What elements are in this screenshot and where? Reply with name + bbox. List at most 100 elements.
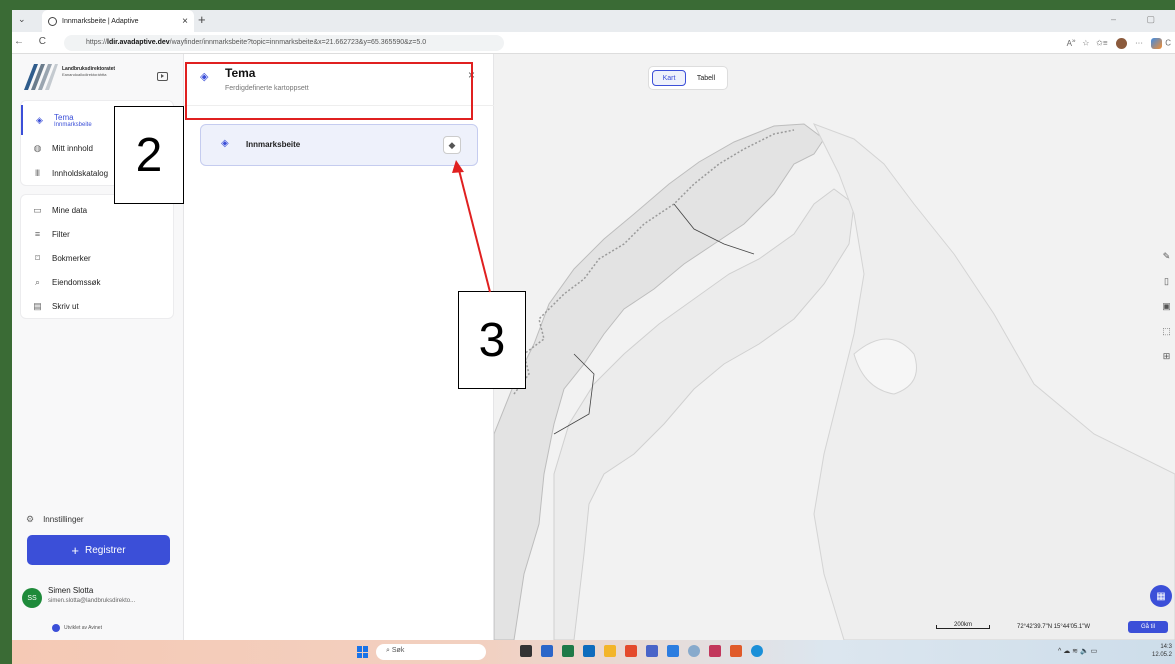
landbruksdirektoratet-logo: Landbruksdirektoratet Eanandoallodirekto…	[24, 64, 134, 90]
globe-icon	[48, 16, 57, 26]
annotation-highlight-box	[185, 62, 473, 120]
grid-icon[interactable]: ⊞	[1158, 344, 1175, 369]
view-toggle: Kart Tabell	[648, 66, 728, 90]
url-field[interactable]: https://ldir.avadaptive.dev/wayfinder/in…	[64, 35, 504, 51]
sidebar-item-bokmerker[interactable]: ⌑ Bokmerker	[21, 245, 175, 271]
collapse-sidebar-icon[interactable]	[157, 72, 168, 81]
annotation-step-3: 3	[458, 291, 526, 389]
chrome-icon[interactable]	[625, 645, 637, 657]
gear-icon: ⚙	[26, 514, 35, 524]
app-icon[interactable]	[667, 645, 679, 657]
select-area-icon[interactable]: ⬚	[1158, 319, 1175, 344]
settings-button[interactable]: ⚙ Innstillinger	[26, 514, 84, 525]
browser-toolbar-icons[interactable]: A» ☆ ✩≡ ··· C	[1067, 37, 1171, 50]
edge-icon[interactable]	[751, 645, 763, 657]
theme-panel: ◈ Tema Ferdigdefinerte kartoppsett × ◈ I…	[184, 54, 494, 640]
favorites-icon[interactable]: ✩≡	[1096, 39, 1107, 48]
map-layers-button[interactable]: ▦	[1150, 585, 1172, 607]
goto-button[interactable]: Gå til	[1128, 621, 1168, 633]
settings-label: Innstillinger	[43, 515, 84, 524]
sidebar-item-label: Mine data	[52, 205, 88, 215]
favorite-star-icon[interactable]: ☆	[1082, 39, 1089, 48]
tools-nav-card: ▭ Mine data ≡ Filter ⌑ Bokmerker ⌕ Eiend…	[20, 194, 174, 319]
folder-icon: ▭	[33, 204, 42, 215]
filter-icon: ≡	[34, 228, 41, 239]
taskbar-apps	[520, 645, 772, 657]
view-toggle-tabell[interactable]: Tabell	[689, 70, 723, 86]
logo-line2: Eanandoallodirektoráhtta	[62, 72, 107, 77]
bookmark-icon: ⌑	[35, 252, 40, 263]
map-icon: ▦	[1156, 590, 1166, 602]
sidebar-item-eiendomssok[interactable]: ⌕ Eiendomssøk	[21, 269, 175, 295]
app-icon[interactable]	[730, 645, 742, 657]
avatar: SS	[22, 588, 42, 608]
outlook-icon[interactable]	[583, 645, 595, 657]
new-tab-button[interactable]: +	[198, 12, 206, 27]
scale-label: 200km	[936, 622, 990, 629]
sidebar-item-skriv-ut[interactable]: ▤ Skriv ut	[21, 293, 175, 319]
browser-tab[interactable]: Innmarksbeite | Adaptive ×	[42, 10, 194, 32]
sidebar-item-sublabel: Innmarksbeite	[54, 121, 92, 128]
stack-icon: ◆	[448, 139, 456, 150]
tab-list-chevron-icon[interactable]: ⌄	[18, 14, 26, 25]
navigation-buttons[interactable]: ← C	[14, 36, 52, 47]
sidebar-item-label: Bokmerker	[52, 253, 91, 263]
sidebar-item-label: Mitt innhold	[52, 143, 93, 153]
register-label: Registrer	[85, 544, 126, 556]
taskbar-clock[interactable]: 14:3 12.05.2	[1152, 643, 1172, 659]
ruler-icon[interactable]: ▯	[1158, 269, 1175, 294]
plus-icon: +	[71, 542, 79, 558]
pencil-icon[interactable]: ✎	[1158, 244, 1175, 269]
window-controls[interactable]: – ▢	[1111, 14, 1169, 25]
app-icon[interactable]	[646, 645, 658, 657]
user-name: Simen Slotta	[48, 586, 94, 595]
topic-layers-button[interactable]: ◆	[443, 136, 461, 154]
credit-label: Utviklet av Avinet	[64, 625, 102, 631]
browser-address-bar: ← C https://ldir.avadaptive.dev/wayfinde…	[12, 32, 1175, 54]
coordinate-readout: 72°42'39.7"N 15°44'05.1"W	[1017, 624, 1091, 630]
sidebar-item-label: Filter	[52, 229, 70, 239]
register-button[interactable]: + Registrer	[27, 535, 170, 565]
sidebar-item-label: Tema	[54, 112, 74, 122]
layers-icon: ◈	[36, 114, 43, 125]
app-icon[interactable]	[541, 645, 553, 657]
user-profile[interactable]: SS Simen Slotta simen.slotta@landbruksdi…	[22, 584, 182, 614]
copilot-icon[interactable]	[1151, 38, 1163, 50]
clock-time: 14:3	[1160, 644, 1173, 650]
user-email: simen.slotta@landbruksdirekto...	[48, 598, 136, 604]
app-window: Landbruksdirektoratet Eanandoallodirekto…	[12, 54, 1175, 640]
profile-avatar[interactable]	[1115, 38, 1127, 50]
app-icon[interactable]	[688, 645, 700, 657]
goto-label: Gå til	[1140, 624, 1155, 630]
layers-icon: ◈	[221, 138, 229, 149]
more-menu-icon[interactable]: ···	[1135, 39, 1143, 48]
map-canvas[interactable]	[494, 54, 1175, 640]
app-icon[interactable]	[709, 645, 721, 657]
system-tray[interactable]: ^ ☁ ≋ 🔈 ▭	[1058, 647, 1097, 655]
topic-card-innmarksbeite[interactable]: ◈ Innmarksbeite ◆	[200, 124, 478, 166]
property-search-icon: ⌕	[34, 276, 41, 287]
file-explorer-icon[interactable]	[604, 645, 616, 657]
taskbar-search[interactable]: ⌕ Søk	[376, 644, 486, 660]
map-view[interactable]: Kart Tabell ✎ ▯ ▣ ⬚ ⊞ ▦ 200km 72°42'39.7…	[494, 54, 1175, 640]
topic-label: Innmarksbeite	[246, 140, 301, 149]
taskbar-search-label: Søk	[391, 647, 405, 654]
windows-taskbar: ⌕ Søk ^ ☁ ≋ 🔈 ▭ 14:3 12.05.2	[12, 640, 1175, 664]
browser-tab-title: Innmarksbeite | Adaptive	[62, 17, 139, 25]
task-view-icon[interactable]	[520, 645, 532, 657]
sidebar-item-label: Innholdskatalog	[52, 168, 109, 178]
windows-start-icon[interactable]	[357, 646, 369, 658]
app-icon[interactable]	[562, 645, 574, 657]
tab-close-icon[interactable]: ×	[182, 16, 188, 27]
read-aloud-icon[interactable]: A»	[1067, 37, 1076, 48]
pdf-icon: ▤	[33, 300, 42, 311]
sidebar-item-label: Skriv ut	[52, 301, 79, 311]
map-land-russia	[812, 123, 1175, 640]
copilot-label: C	[1165, 38, 1171, 48]
scale-bar: 200km	[936, 622, 990, 629]
credit-link[interactable]: Utviklet av Avinet	[52, 624, 102, 632]
view-toggle-kart[interactable]: Kart	[652, 70, 686, 86]
sidebar-item-filter[interactable]: ≡ Filter	[21, 221, 175, 247]
image-icon[interactable]: ▣	[1158, 294, 1175, 319]
map-toolbar: ✎ ▯ ▣ ⬚ ⊞	[1158, 244, 1175, 394]
